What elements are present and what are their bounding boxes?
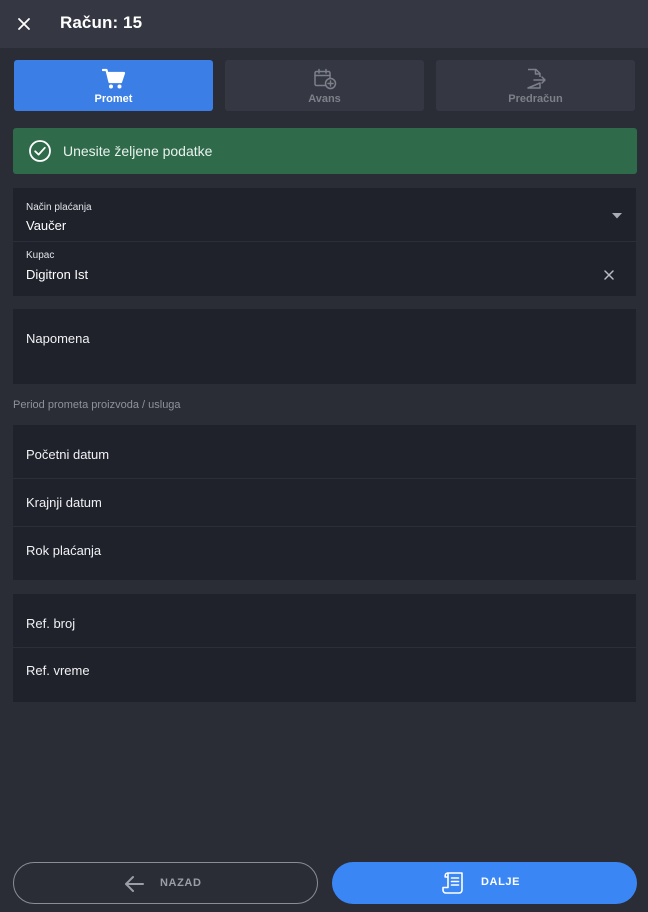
end-date-label: Krajnji datum <box>26 495 102 510</box>
ref-number-label: Ref. broj <box>26 616 76 631</box>
due-date-label: Rok plaćanja <box>26 543 102 558</box>
period-caption: Period prometa proizvoda / usluga <box>13 399 181 411</box>
success-alert: Unesite željene podatke <box>13 128 637 174</box>
back-button-label: NAZAD <box>160 877 202 889</box>
tab-predracun[interactable]: Predračun <box>436 60 635 111</box>
tab-avans-label: Avans <box>308 93 341 105</box>
tab-promet-label: Promet <box>94 93 133 105</box>
tab-promet[interactable]: Promet <box>14 60 213 111</box>
tab-predracun-label: Predračun <box>508 93 563 105</box>
dropdown-arrow-icon <box>612 213 622 219</box>
next-button-label: DALJE <box>481 876 521 888</box>
close-button[interactable] <box>12 12 36 36</box>
end-date-field[interactable]: Krajnji datum <box>13 479 636 527</box>
ref-time-field[interactable]: Ref. vreme <box>13 648 636 702</box>
close-icon <box>18 18 30 30</box>
note-label: Napomena <box>26 331 90 346</box>
payment-method-value: Vaučer <box>26 218 67 233</box>
check-circle-icon <box>29 140 51 162</box>
document-export-icon <box>523 66 549 92</box>
note-field[interactable]: Napomena <box>13 309 636 384</box>
period-card: Početni datum Krajnji datum Rok plaćanja <box>13 425 636 580</box>
cart-icon <box>101 66 127 92</box>
customer-field[interactable]: Kupac Digitron Ist <box>13 242 636 296</box>
payment-method-label: Način plaćanja <box>26 202 92 213</box>
start-date-label: Početni datum <box>26 447 110 462</box>
tab-avans[interactable]: Avans <box>225 60 424 111</box>
next-button[interactable]: DALJE <box>332 862 637 904</box>
due-date-field[interactable]: Rok plaćanja <box>13 527 636 575</box>
clear-icon[interactable] <box>602 268 616 282</box>
start-date-field[interactable]: Početni datum <box>13 425 636 479</box>
ref-number-field[interactable]: Ref. broj <box>13 594 636 648</box>
arrow-left-icon <box>125 876 144 892</box>
back-button[interactable]: NAZAD <box>13 862 318 904</box>
receipt-icon <box>442 872 463 894</box>
alert-message: Unesite željene podatke <box>63 143 213 159</box>
page-title: Račun: 15 <box>60 13 143 32</box>
calendar-add-icon <box>312 66 338 92</box>
payment-method-select[interactable]: Način plaćanja Vaučer <box>13 188 636 242</box>
reference-card: Ref. broj Ref. vreme <box>13 594 636 702</box>
customer-value: Digitron Ist <box>26 267 89 282</box>
payment-card: Način plaćanja Vaučer Kupac Digitron Ist <box>13 188 636 296</box>
customer-label: Kupac <box>26 250 55 261</box>
invoice-screen: Račun: 15 Promet Avans Predračun Unesite… <box>0 0 648 912</box>
top-bar: Račun: 15 <box>0 0 648 48</box>
ref-time-label: Ref. vreme <box>26 663 90 678</box>
